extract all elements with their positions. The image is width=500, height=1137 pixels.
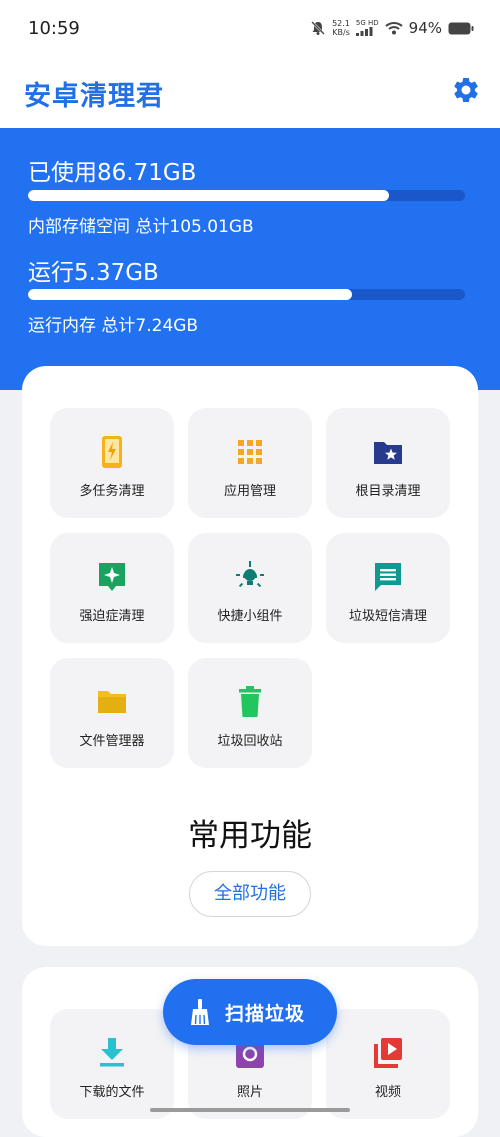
- grid-apps-icon: [238, 440, 262, 464]
- broom-icon: [191, 999, 209, 1025]
- storage-detail: 内部存储空间 总计105.01GB: [28, 217, 254, 237]
- storage-used-label: 已使用86.71GB: [28, 160, 197, 186]
- feature-quick-widget[interactable]: 快捷小组件: [188, 533, 312, 643]
- download-icon: [100, 1038, 124, 1067]
- storage-progress-fill: [28, 190, 389, 201]
- scan-junk-label: 扫描垃圾: [225, 1003, 306, 1025]
- wifi-icon: [384, 22, 403, 35]
- cell-signal-icon: [355, 27, 373, 36]
- feature-app-manage[interactable]: 应用管理: [188, 408, 312, 518]
- features-card: 多任务清理 应用管理 根目录清理 强迫症清理 快捷小组件 垃圾短信清理 文件管理…: [22, 366, 478, 946]
- battery-icon: [448, 22, 474, 34]
- feature-spam-sms-clean[interactable]: 垃圾短信清理: [326, 533, 450, 643]
- feature-multitask-clean[interactable]: 多任务清理: [50, 408, 174, 518]
- status-time: 10:59: [28, 18, 80, 39]
- feature-ocd-clean[interactable]: 强迫症清理: [50, 533, 174, 643]
- video-icon: [374, 1038, 402, 1068]
- memory-detail: 运行内存 总计7.24GB: [28, 316, 199, 336]
- status-bar: 10:59 52.1 KB/s 5G HD 94%: [0, 0, 500, 60]
- media-downloads[interactable]: 下载的文件: [50, 1009, 174, 1119]
- lamp-icon: [236, 561, 264, 588]
- storage-progress-bar: [28, 190, 465, 201]
- all-features-button[interactable]: 全部功能: [189, 871, 311, 917]
- battery-percent: 94%: [408, 19, 442, 37]
- memory-progress-bar: [28, 289, 465, 300]
- feature-recycle-bin[interactable]: 垃圾回收站: [188, 658, 312, 768]
- memory-progress-fill: [28, 289, 353, 300]
- sparkle-badge-icon: [99, 563, 125, 591]
- scan-junk-button[interactable]: 扫描垃圾: [163, 979, 337, 1045]
- signal-indicator: 5G HD: [355, 20, 379, 36]
- trash-icon: [239, 686, 261, 717]
- star-folder-icon: [374, 442, 402, 464]
- folder-icon: [98, 691, 126, 713]
- feature-root-clean[interactable]: 根目录清理: [326, 408, 450, 518]
- status-icons: 52.1 KB/s 5G HD 94%: [310, 19, 474, 37]
- settings-gear-icon[interactable]: [451, 75, 481, 105]
- app-bar: 安卓清理君: [0, 60, 500, 128]
- mute-bell-icon: [311, 21, 325, 35]
- phone-charge-icon: [102, 436, 122, 468]
- message-icon: [375, 563, 401, 591]
- home-indicator[interactable]: [150, 1108, 350, 1112]
- storage-summary: 已使用86.71GB 内部存储空间 总计105.01GB 运行5.37GB 运行…: [0, 128, 500, 390]
- memory-used-label: 运行5.37GB: [28, 260, 159, 286]
- media-videos[interactable]: 视频: [326, 1009, 450, 1119]
- app-title: 安卓清理君: [24, 81, 164, 112]
- feature-file-manager[interactable]: 文件管理器: [50, 658, 174, 768]
- features-section-title: 常用功能: [188, 818, 312, 854]
- net-speed: 52.1 KB/s: [332, 19, 350, 37]
